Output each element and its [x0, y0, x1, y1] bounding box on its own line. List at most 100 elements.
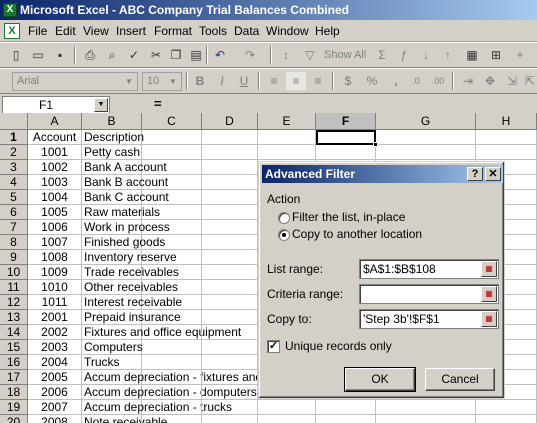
row-header[interactable]: 12 [0, 295, 28, 310]
cell-e19[interactable] [258, 400, 316, 415]
decrease-decimal-icon[interactable]: .00 [428, 72, 448, 90]
cell-d14[interactable] [202, 325, 258, 340]
cell-d17[interactable] [202, 370, 258, 385]
cell-d4[interactable] [202, 175, 258, 190]
undo-icon[interactable]: ↶ [210, 46, 230, 64]
cell-a12[interactable]: 1011 [28, 295, 82, 310]
cell-c2[interactable] [142, 145, 202, 160]
cell-e1[interactable] [258, 130, 316, 145]
cell-b12[interactable]: Interest receivable [82, 295, 182, 310]
cell-a5[interactable]: 1004 [28, 190, 82, 205]
cell-d8[interactable] [202, 235, 258, 250]
cell-b3[interactable]: Bank A account [82, 160, 167, 175]
row-header[interactable]: 16 [0, 355, 28, 370]
chevron-down-icon[interactable]: ▼ [94, 98, 108, 112]
cell-c13[interactable] [142, 310, 202, 325]
copy-to-field[interactable]: 'Step 3b'!$F$1 ▦ [359, 309, 499, 329]
menu-format[interactable]: Format [152, 23, 194, 39]
cell-d16[interactable] [202, 355, 258, 370]
collapse-icon[interactable]: ⇲ [502, 72, 522, 90]
column-header-g[interactable]: G [376, 113, 476, 130]
cell-c8[interactable] [142, 235, 202, 250]
column-header-e[interactable]: E [258, 113, 316, 130]
cell-a11[interactable]: 1010 [28, 280, 82, 295]
cell-b20[interactable]: Note receivable [82, 415, 167, 423]
row-header[interactable]: 20 [0, 415, 28, 423]
cell-a17[interactable]: 2005 [28, 370, 82, 385]
cell-a15[interactable]: 2003 [28, 340, 82, 355]
row-header[interactable]: 18 [0, 385, 28, 400]
cell-b6[interactable]: Raw materials [82, 205, 160, 220]
cell-d15[interactable] [202, 340, 258, 355]
cell-c1[interactable] [142, 130, 202, 145]
menu-insert[interactable]: Insert [114, 23, 148, 39]
show-all-button[interactable]: Show All [324, 46, 366, 64]
row-header[interactable]: 6 [0, 205, 28, 220]
autosum-icon[interactable]: Σ [372, 46, 392, 64]
copy-icon[interactable]: ❐ [166, 46, 186, 64]
cell-c7[interactable] [142, 220, 202, 235]
cell-a16[interactable]: 2004 [28, 355, 82, 370]
currency-button[interactable]: $ [338, 72, 358, 90]
plus-icon[interactable]: + [510, 46, 530, 64]
cell-a14[interactable]: 2002 [28, 325, 82, 340]
cell-c6[interactable] [142, 205, 202, 220]
font-combo[interactable]: Arial ▼ [12, 72, 138, 91]
menu-view[interactable]: View [81, 23, 111, 39]
cell-a9[interactable]: 1008 [28, 250, 82, 265]
filter-in-place-radio[interactable] [278, 212, 290, 224]
arrow-right-icon[interactable]: ⇥ [458, 72, 478, 90]
range-selector-icon[interactable]: ▦ [481, 286, 497, 302]
save-icon[interactable]: ▪ [50, 46, 70, 64]
print-preview-icon[interactable]: ⌕ [102, 46, 122, 64]
copy-to-location-radio[interactable] [278, 229, 290, 241]
workbook-icon[interactable]: X [4, 23, 20, 39]
menu-help[interactable]: Help [313, 23, 342, 39]
row-header[interactable]: 5 [0, 190, 28, 205]
cell-d11[interactable] [202, 280, 258, 295]
unique-records-checkbox[interactable]: ✓ [267, 340, 280, 353]
criteria-range-field[interactable]: ▦ [359, 284, 499, 304]
row-header[interactable]: 14 [0, 325, 28, 340]
cell-a2[interactable]: 1001 [28, 145, 82, 160]
list-range-field[interactable]: $A$1:$B$108 ▦ [359, 259, 499, 279]
cell-a3[interactable]: 1002 [28, 160, 82, 175]
cell-a7[interactable]: 1006 [28, 220, 82, 235]
name-box[interactable]: F1 ▼ [2, 96, 110, 114]
range-selector-icon[interactable]: ▦ [481, 261, 497, 277]
cell-a1[interactable]: Account [28, 130, 82, 145]
row-header[interactable]: 3 [0, 160, 28, 175]
close-button[interactable]: ✕ [485, 167, 501, 181]
redo-icon[interactable]: ↷ [240, 46, 260, 64]
cell-a10[interactable]: 1009 [28, 265, 82, 280]
cell-b5[interactable]: Bank C account [82, 190, 169, 205]
cell-a13[interactable]: 2001 [28, 310, 82, 325]
paste-icon[interactable]: ▤ [186, 46, 206, 64]
align-left-icon[interactable]: ≡ [264, 72, 284, 90]
cell-h20[interactable] [476, 415, 537, 423]
percent-button[interactable]: % [362, 72, 382, 90]
freeze-icon[interactable]: ⊞ [486, 46, 506, 64]
cell-a6[interactable]: 1005 [28, 205, 82, 220]
cell-d13[interactable] [202, 310, 258, 325]
cell-b9[interactable]: Inventory reserve [82, 250, 177, 265]
filter-icon[interactable]: ▽ [300, 46, 320, 64]
row-header[interactable]: 10 [0, 265, 28, 280]
cell-e2[interactable] [258, 145, 316, 160]
function-icon[interactable]: ƒ [394, 46, 414, 64]
row-header[interactable]: 7 [0, 220, 28, 235]
range-selector-icon[interactable]: ▦ [481, 311, 497, 327]
row-header[interactable]: 19 [0, 400, 28, 415]
cell-d10[interactable] [202, 265, 258, 280]
cell-f2[interactable] [316, 145, 376, 160]
cell-g20[interactable] [376, 415, 476, 423]
sort-az-icon[interactable]: ↓ [416, 46, 436, 64]
sort-ascending-icon[interactable]: ↕ [276, 46, 296, 64]
active-cell-f1[interactable] [316, 130, 378, 147]
cell-b1[interactable]: Description [82, 130, 144, 145]
cell-c4[interactable] [142, 175, 202, 190]
filter-in-place-label[interactable]: Filter the list, in-place [292, 210, 405, 224]
cell-c3[interactable] [142, 160, 202, 175]
cell-g1[interactable] [376, 130, 476, 145]
cell-d2[interactable] [202, 145, 258, 160]
